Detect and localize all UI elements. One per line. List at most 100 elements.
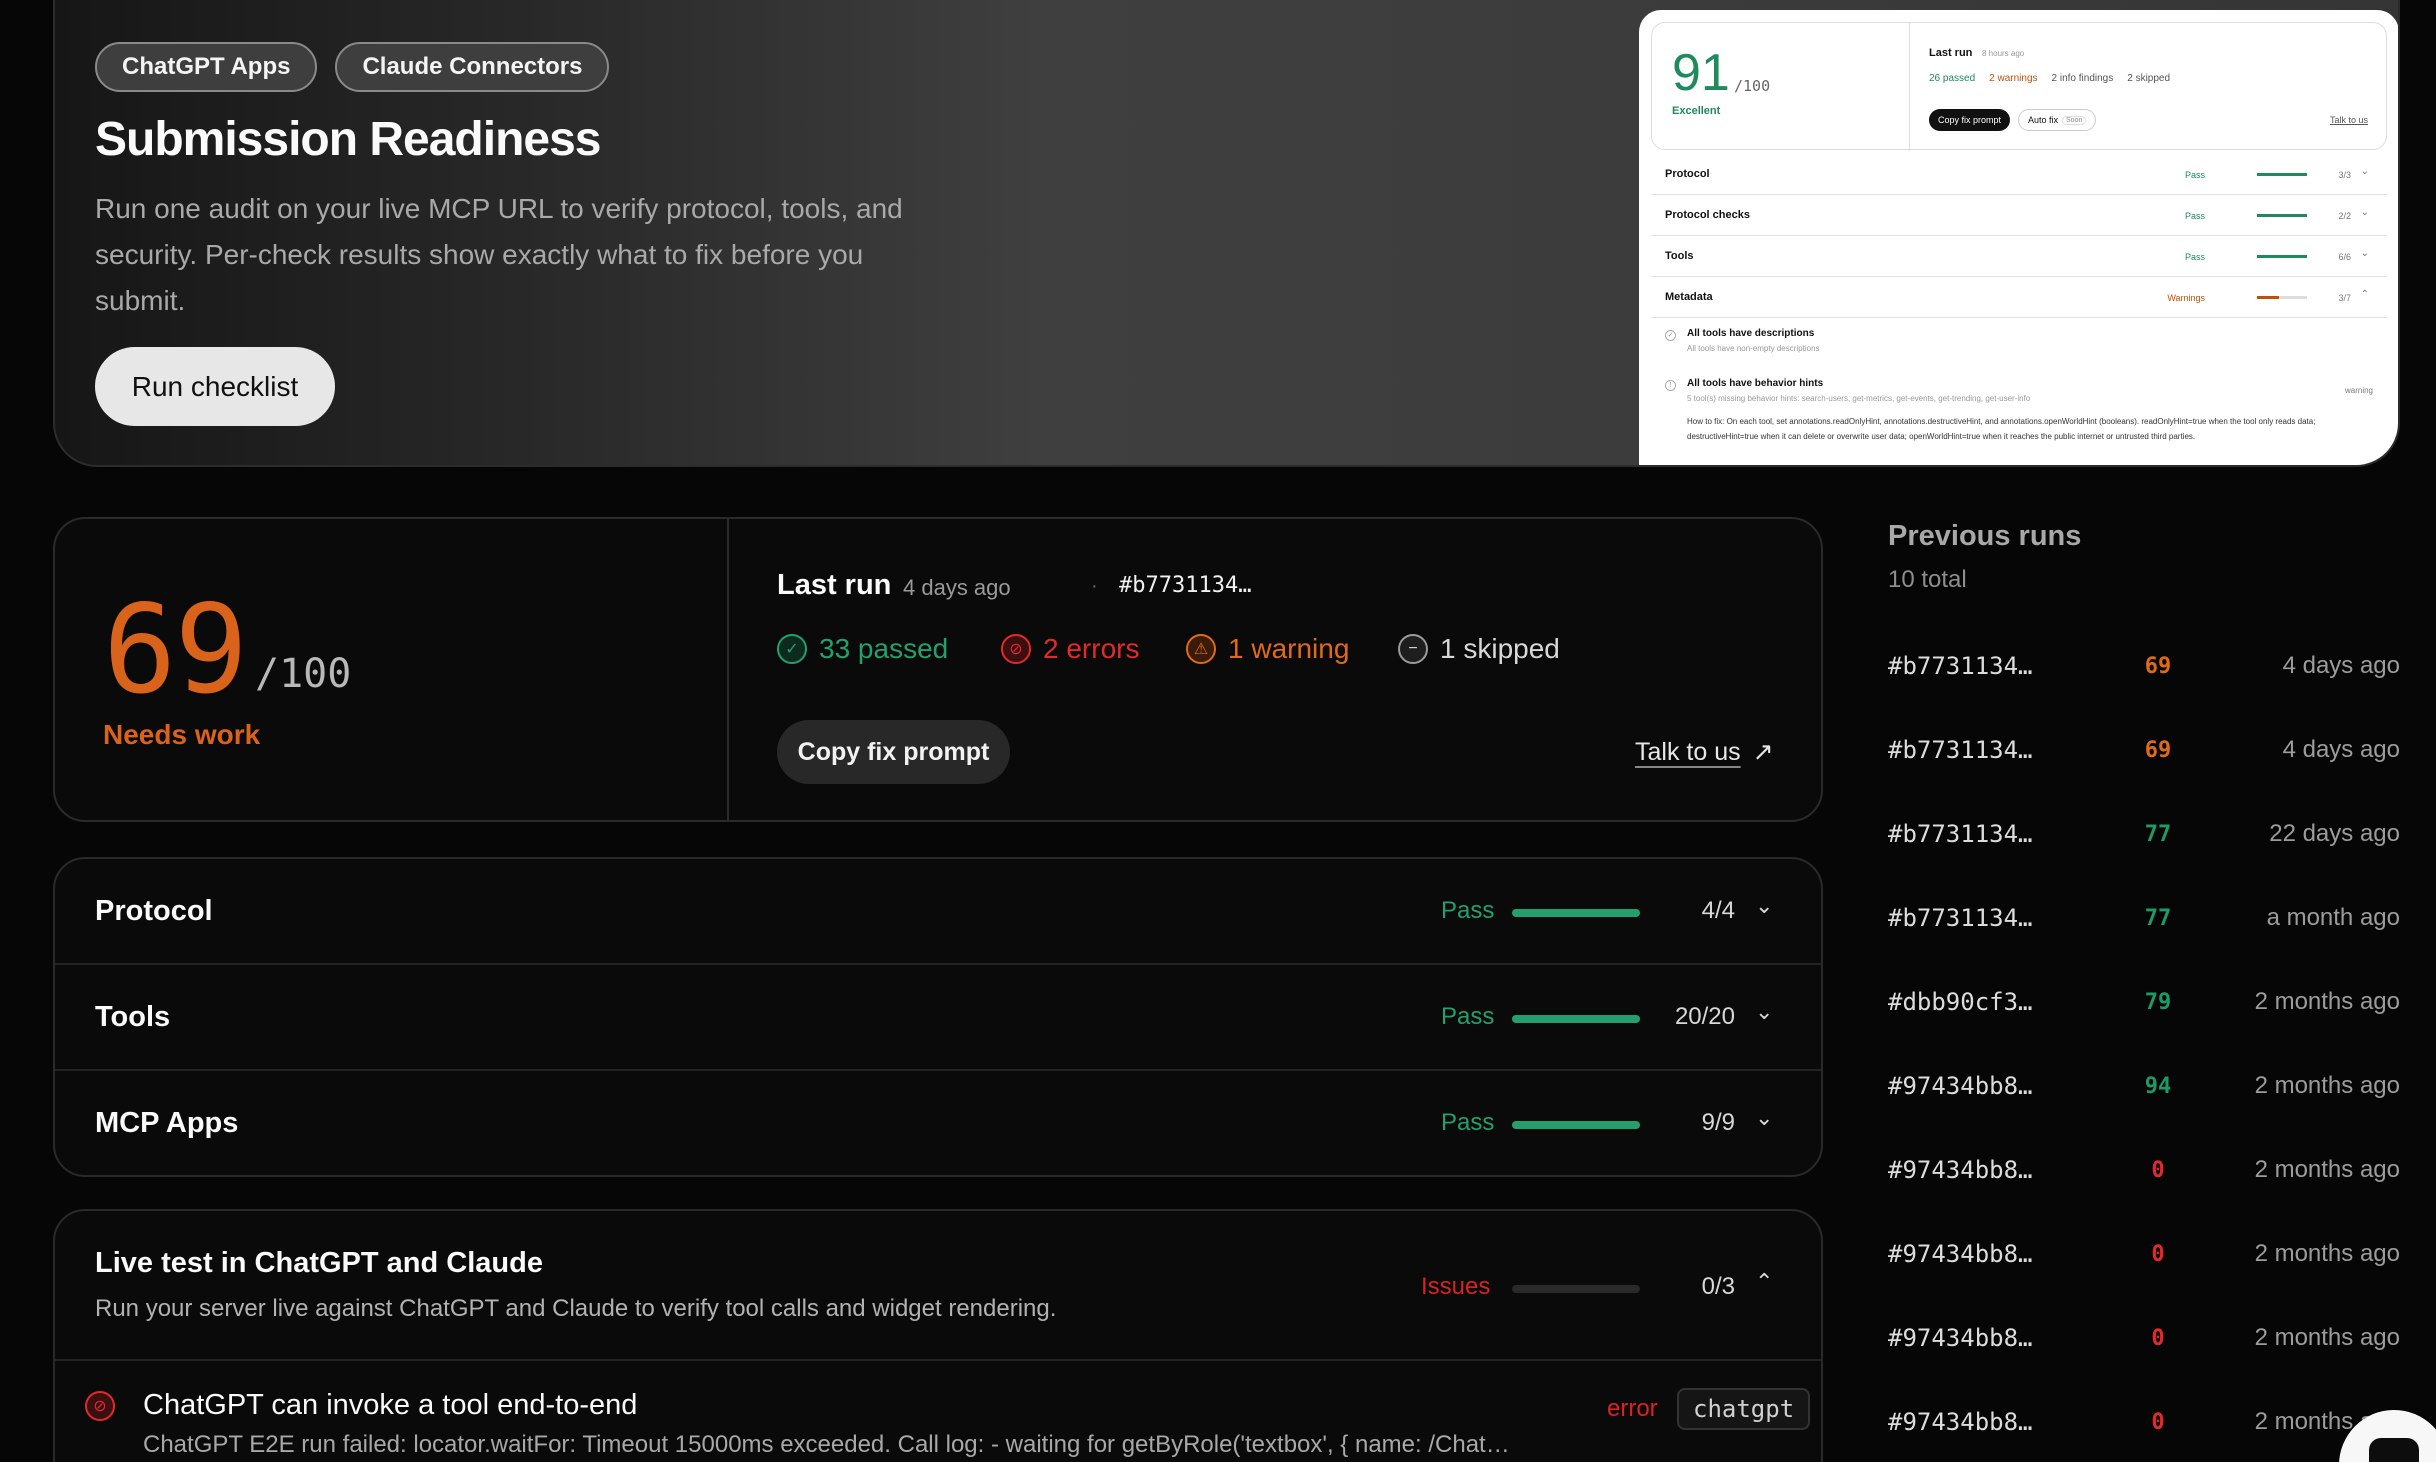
run-ago: 22 days ago [2269, 820, 2400, 847]
category-progress-bar [1512, 1121, 1640, 1129]
chevron-up-icon[interactable]: ⌃ [1755, 1269, 1773, 1295]
run-hash: #97434bb8… [1888, 1408, 2033, 1436]
run-score: 79 [2144, 990, 2172, 1015]
category-name: Tools [95, 1001, 171, 1033]
previous-run-row[interactable]: #b7731134… 77 a month ago [1888, 898, 2400, 938]
preview-score-of: /100 [1734, 77, 1771, 95]
run-ago: a month ago [2266, 904, 2400, 931]
chevron-down-icon[interactable]: ⌄ [1755, 1105, 1773, 1131]
live-test-item-detail: ChatGPT E2E run failed: locator.waitFor:… [143, 1431, 1510, 1458]
run-hash: #dbb90cf3… [1888, 988, 2033, 1016]
previous-run-row[interactable]: #b7731134… 77 22 days ago [1888, 814, 2400, 854]
preview-check-title: All tools have descriptions [1687, 328, 1815, 339]
category-row-mcp-apps[interactable]: MCP Apps Pass 9/9 ⌄ [55, 1071, 1821, 1175]
chevron-down-icon[interactable]: ⌄ [1755, 999, 1773, 1025]
report-preview-image: 91 /100 Excellent Last run 8 hours ago 2… [1639, 10, 2398, 465]
previous-run-row[interactable]: #97434bb8… 0 2 months ago [1888, 1318, 2400, 1358]
live-test-title[interactable]: Live test in ChatGPT and Claude [95, 1247, 543, 1280]
preview-row-bar [2257, 214, 2307, 217]
run-ago: 4 days ago [2282, 736, 2400, 763]
live-test-item-title[interactable]: ChatGPT can invoke a tool end-to-end [143, 1389, 637, 1422]
preview-talk-link: Talk to us [2329, 115, 2368, 125]
live-test-status: Issues [1421, 1273, 1491, 1300]
preview-fix-text: How to fix: On each tool, set annotation… [1687, 417, 2316, 441]
category-row-protocol[interactable]: Protocol Pass 4/4 ⌄ [55, 859, 1821, 965]
preview-status: Excellent [1672, 105, 1721, 117]
error-circle-icon: ⊘ [85, 1391, 115, 1421]
run-hash: #97434bb8… [1888, 1072, 2033, 1100]
previous-run-row[interactable]: #97434bb8… 0 2 months ago [1888, 1402, 2400, 1442]
error-circle-icon: ⊘ [1001, 634, 1031, 664]
preview-ago: 8 hours ago [1982, 49, 2025, 58]
run-checklist-button[interactable]: Run checklist [95, 347, 335, 426]
run-ago: 2 months ago [2254, 988, 2400, 1015]
run-hash: #97434bb8… [1888, 1324, 2033, 1352]
preview-row-bar [2257, 296, 2307, 299]
preview-row-tools: Tools Pass 6/6 ⌄ [1651, 236, 2387, 277]
category-list: Protocol Pass 4/4 ⌄ Tools Pass 20/20 ⌄ M… [53, 857, 1823, 1177]
separator-dot: · [1091, 575, 1098, 597]
category-count: 4/4 [1701, 897, 1735, 924]
preview-row-protocol: Protocol Pass 3/3 ⌄ [1651, 154, 2387, 195]
run-score: 94 [2144, 1074, 2172, 1099]
preview-stats: 26 passed 2 warnings 2 info findings 2 s… [1929, 73, 2170, 84]
previous-run-row[interactable]: #97434bb8… 0 2 months ago [1888, 1234, 2400, 1274]
check-circle-icon: ✓ [1665, 330, 1676, 341]
live-test-item-level: error [1607, 1395, 1658, 1422]
preview-row-count: 6/6 [2338, 252, 2351, 262]
run-hash: #b7731134… [1888, 820, 2033, 848]
run-hash: #b7731134… [1888, 904, 2033, 932]
category-row-tools[interactable]: Tools Pass 20/20 ⌄ [55, 965, 1821, 1071]
previous-run-row[interactable]: #b7731134… 69 4 days ago [1888, 646, 2400, 686]
preview-row-metadata: Metadata Warnings 3/7 ⌃ [1651, 277, 2387, 318]
previous-runs-title: Previous runs [1888, 520, 2082, 552]
chevron-up-icon: ⌃ [2360, 289, 2369, 300]
preview-row-name: Tools [1665, 250, 1694, 262]
live-test-progress-bar [1512, 1285, 1640, 1293]
preview-row-bar [2257, 255, 2307, 258]
previous-runs-total: 10 total [1888, 566, 1967, 593]
chevron-down-icon: ⌄ [2360, 248, 2369, 259]
preview-skipped: 2 skipped [2127, 73, 2171, 84]
pill-claude-connectors[interactable]: Claude Connectors [335, 42, 610, 92]
skipped-count: 1 skipped [1440, 633, 1560, 664]
run-ago: 2 months ago [2254, 1072, 2400, 1099]
copy-fix-prompt-button[interactable]: Copy fix prompt [777, 720, 1010, 784]
last-run-label: Last run [777, 569, 892, 601]
previous-run-row[interactable]: #97434bb8… 0 2 months ago [1888, 1150, 2400, 1190]
category-name: Protocol [95, 895, 213, 927]
run-score: 0 [2151, 1326, 2165, 1351]
preview-row-status: Pass [2184, 170, 2205, 180]
previous-run-row[interactable]: #97434bb8… 94 2 months ago [1888, 1066, 2400, 1106]
score-card: 69 /100 Needs work Last run 4 days ago ·… [53, 517, 1823, 822]
run-score: 0 [2151, 1158, 2165, 1183]
preview-info: 2 info findings [2051, 73, 2114, 84]
warning-triangle-icon: ⚠ [1186, 634, 1216, 664]
preview-row-bar [2257, 173, 2307, 176]
run-score: 0 [2151, 1410, 2165, 1435]
run-ago: 2 months ago [2254, 1324, 2400, 1351]
previous-run-row[interactable]: #dbb90cf3… 79 2 months ago [1888, 982, 2400, 1022]
preview-passed: 26 passed [1929, 73, 1976, 84]
warning-circle-icon: ! [1665, 380, 1676, 391]
run-score: 77 [2144, 822, 2172, 847]
pill-chatgpt-apps[interactable]: ChatGPT Apps [95, 42, 318, 92]
preview-last-run: Last run [1929, 47, 1973, 59]
previous-run-row[interactable]: #b7731134… 69 4 days ago [1888, 730, 2400, 770]
passed-count: 33 passed [819, 633, 949, 664]
talk-to-us-link[interactable]: Talk to us ↗ [1635, 737, 1774, 767]
category-name: MCP Apps [95, 1107, 239, 1139]
run-hash: #b7731134… [1888, 736, 2033, 764]
score-value: 69 [103, 579, 248, 721]
score-status: Needs work [103, 719, 261, 750]
preview-row-count: 3/3 [2338, 170, 2351, 180]
divider [727, 519, 729, 820]
run-hash: #97434bb8… [1888, 1240, 2033, 1268]
errors-count: 2 errors [1043, 633, 1140, 664]
run-hash[interactable]: #b7731134… [1119, 573, 1251, 598]
category-status: Pass [1441, 1109, 1495, 1136]
chevron-down-icon[interactable]: ⌄ [1755, 893, 1773, 919]
run-score: 69 [2144, 654, 2172, 679]
preview-row-count: 2/2 [2338, 211, 2351, 221]
live-test-description: Run your server live against ChatGPT and… [95, 1295, 1057, 1322]
